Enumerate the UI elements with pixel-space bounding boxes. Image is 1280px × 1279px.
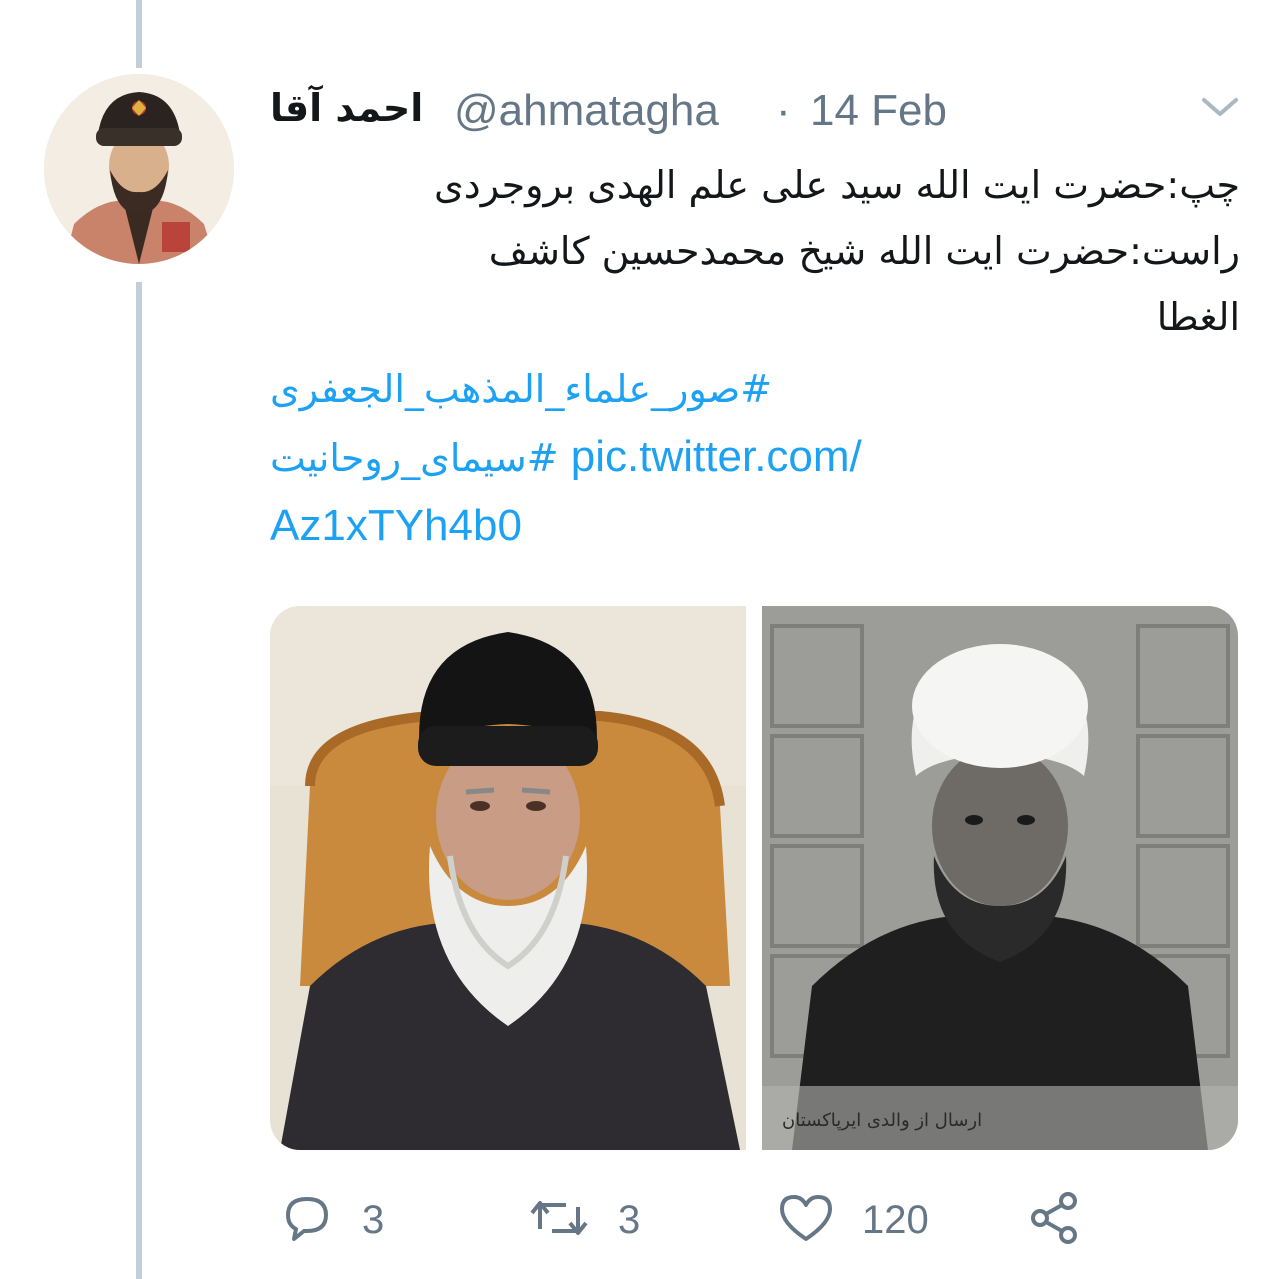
like-count: 120: [862, 1197, 929, 1242]
tweet-links: #صور_علماء_المذهب_الجعفری #سیمای_روحانیت…: [270, 354, 1030, 560]
reply-icon: [278, 1189, 336, 1251]
reply-button[interactable]: 3: [278, 1188, 384, 1252]
reply-count: 3: [362, 1197, 385, 1242]
thread-line-top: [136, 0, 142, 68]
tweet-date[interactable]: 14 Feb: [810, 86, 947, 136]
tweet-actions: 3 3 120: [270, 1188, 1270, 1252]
tweet-header: احمد آقا @ahmatagha · 14 Feb: [270, 80, 1270, 144]
pic-link-continued[interactable]: Az1xTYh4b0: [270, 501, 522, 550]
share-button[interactable]: [1026, 1188, 1084, 1252]
retweet-button[interactable]: 3: [526, 1188, 640, 1252]
avatar[interactable]: [44, 74, 234, 264]
display-name[interactable]: احمد آقا: [270, 86, 423, 130]
tweet-page: احمد آقا @ahmatagha · 14 Feb چپ:حضرت ایت…: [0, 0, 1280, 1279]
separator-dot: ·: [776, 86, 791, 135]
handwritten-caption: ارسال از والدی ایرپاکستان: [782, 1110, 982, 1131]
chevron-down-icon[interactable]: [1198, 92, 1242, 122]
share-icon: [1026, 1189, 1084, 1251]
tweet-text-line: الغطا: [1156, 295, 1240, 339]
tweet-text-line: چپ:حضرت ایت الله سید علی علم الهدی بروجر…: [434, 163, 1240, 207]
media-grid: ارسال از والدی ایرپاکستان: [270, 606, 1238, 1150]
hashtag-link[interactable]: #صور_علماء_المذهب_الجعفری: [270, 367, 772, 411]
retweet-count: 3: [618, 1197, 641, 1242]
hashtag-link[interactable]: #سیمای_روحانیت: [270, 436, 559, 480]
user-handle[interactable]: @ahmatagha: [454, 86, 719, 136]
thread-line-bottom: [136, 282, 142, 1279]
like-button[interactable]: 120: [776, 1188, 929, 1252]
heart-icon: [776, 1189, 836, 1251]
tweet-text-line: راست:حضرت ایت الله شیخ محمدحسین کاشف: [488, 229, 1240, 273]
photo-left[interactable]: [270, 606, 746, 1150]
photo-right[interactable]: ارسال از والدی ایرپاکستان: [762, 606, 1238, 1150]
tweet-text: چپ:حضرت ایت الله سید علی علم الهدی بروجر…: [270, 152, 1240, 350]
pic-link[interactable]: pic.twitter.com/: [571, 432, 862, 481]
retweet-icon: [526, 1189, 592, 1251]
